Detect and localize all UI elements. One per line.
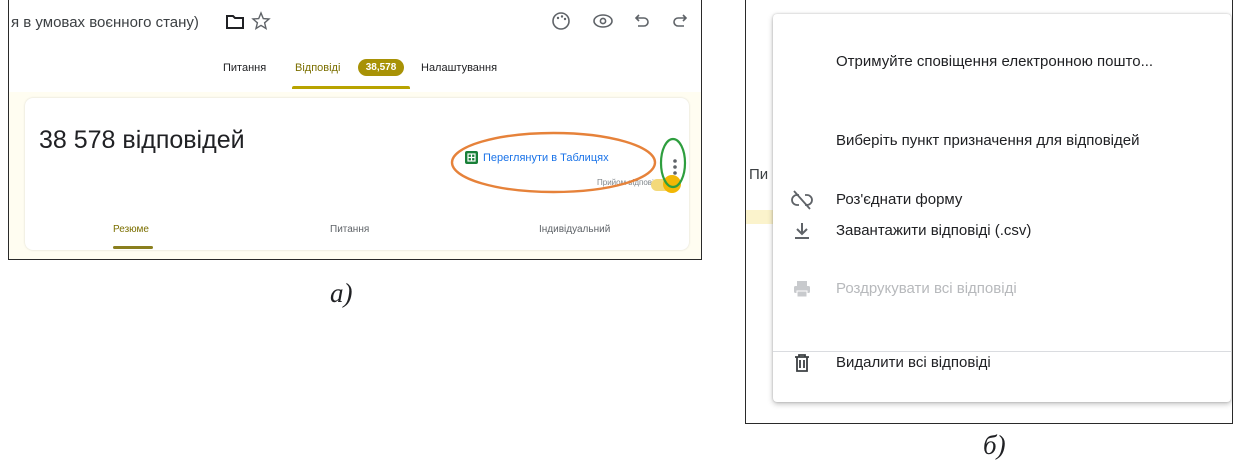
- menu-item-label: Виберіть пункт призначення для відповіде…: [836, 132, 1140, 149]
- menu-item-label: Завантажити відповіді (.csv): [836, 222, 1032, 239]
- menu-item-label: Отримуйте сповіщення електронною пошто..…: [836, 53, 1154, 70]
- palette-icon[interactable]: [550, 10, 572, 32]
- menu-item-label: Видалити всі відповіді: [836, 354, 991, 371]
- menu-item-label: Роздрукувати всі відповіді: [836, 280, 1017, 297]
- green-highlight-ellipse: [659, 137, 687, 189]
- tab-questions[interactable]: Питання: [223, 62, 266, 74]
- preview-eye-icon[interactable]: [592, 10, 614, 32]
- folder-icon[interactable]: [224, 10, 246, 32]
- active-tab-indicator: [292, 86, 410, 89]
- caption-a: а): [330, 278, 353, 308]
- print-icon: [794, 281, 810, 298]
- subtab-summary[interactable]: Резюме: [113, 224, 149, 235]
- menu-item-email-notifications[interactable]: Отримуйте сповіщення електронною пошто..…: [774, 44, 1204, 80]
- responses-count-badge: 38,578: [358, 59, 404, 76]
- unlink-icon: [791, 190, 813, 210]
- menu-item-select-destination[interactable]: Виберіть пункт призначення для відповіде…: [774, 123, 1204, 159]
- star-icon[interactable]: [250, 10, 272, 32]
- tab-settings[interactable]: Налаштування: [421, 62, 497, 74]
- subtab-question[interactable]: Питання: [330, 224, 369, 235]
- tab-responses[interactable]: Відповіді: [295, 62, 340, 74]
- redo-icon[interactable]: [669, 10, 691, 32]
- background-tab-text: Пи: [749, 166, 769, 183]
- document-title: я в умовах воєнного стану): [11, 14, 199, 31]
- subtab-individual[interactable]: Індивідуальний: [539, 224, 610, 235]
- response-count-heading: 38 578 відповідей: [39, 126, 245, 154]
- undo-icon[interactable]: [631, 10, 653, 32]
- active-subtab-indicator: [113, 246, 153, 249]
- menu-item-label: Роз'єднати форму: [836, 191, 963, 208]
- trash-icon: [795, 354, 809, 372]
- caption-b: б): [983, 430, 1006, 460]
- orange-highlight-ellipse: [450, 131, 657, 194]
- menu-item-delete-all[interactable]: Видалити всі відповіді: [774, 345, 1204, 381]
- menu-item-print-all: Роздрукувати всі відповіді: [774, 271, 1204, 307]
- menu-item-download-csv[interactable]: Завантажити відповіді (.csv): [774, 213, 1204, 249]
- download-icon: [795, 223, 809, 239]
- panel-b-more-menu: Пи Отримуйте сповіщення електронною пошт…: [745, 0, 1233, 424]
- panel-a-forms-responses: я в умовах воєнного стану) Питання Відпо…: [8, 0, 702, 260]
